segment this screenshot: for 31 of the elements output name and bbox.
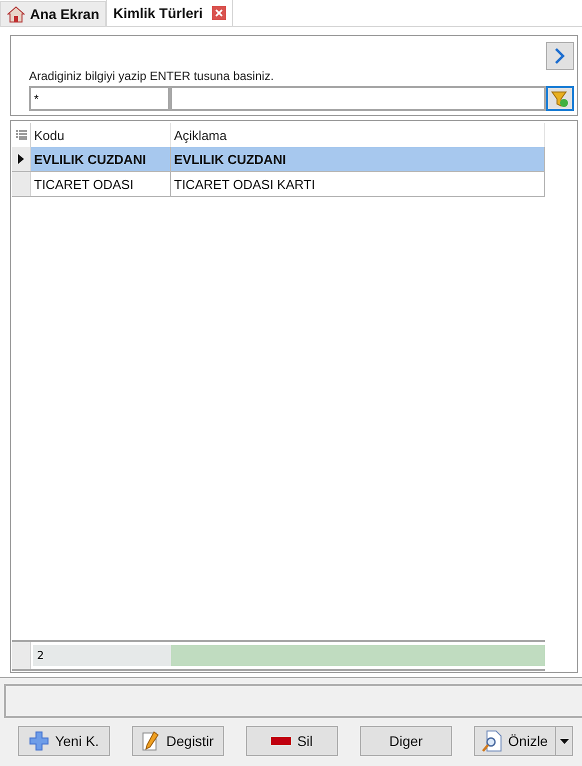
table-cell[interactable]: EVLILIK CUZDANI [31, 147, 171, 171]
tab[interactable]: Kimlik Türleri [106, 0, 233, 26]
next-button[interactable] [546, 42, 574, 70]
tab[interactable]: Ana Ekran [0, 1, 106, 26]
action-button[interactable]: Önizle [474, 726, 556, 756]
minus-icon [271, 737, 292, 745]
row-indicator [12, 642, 31, 669]
search-field[interactable] [170, 86, 546, 111]
action-button[interactable]: Degistir [132, 726, 224, 756]
table-cell[interactable]: TICARET ODASI KARTI [171, 172, 545, 196]
plus-icon [29, 731, 50, 751]
search-field[interactable]: * [29, 86, 170, 111]
record-count: 2 [33, 645, 171, 666]
table-cell[interactable]: EVLILIK CUZDANI [171, 147, 545, 171]
chevron-right-icon [554, 47, 566, 65]
caret-icon [560, 738, 568, 744]
action-button[interactable]: Diger [360, 726, 452, 756]
filter-button[interactable] [546, 86, 574, 111]
home-icon [7, 6, 25, 22]
pencil-icon [142, 731, 160, 751]
search-hint: Aradiginiz bilgiyi yazip ENTER tusuna basiniz. [29, 69, 275, 83]
column-chooser-icon[interactable] [16, 130, 26, 140]
action-button[interactable]: Sil [246, 726, 338, 756]
dropdown-button[interactable] [556, 726, 573, 756]
table-cell[interactable]: TICARET ODASI [31, 172, 171, 196]
close-icon[interactable] [212, 6, 226, 20]
preview-icon [482, 730, 502, 752]
action-button[interactable]: Yeni K. [18, 726, 110, 756]
row-indicator[interactable] [12, 147, 31, 171]
row-pointer-icon [18, 154, 24, 164]
filter-icon [551, 90, 569, 108]
